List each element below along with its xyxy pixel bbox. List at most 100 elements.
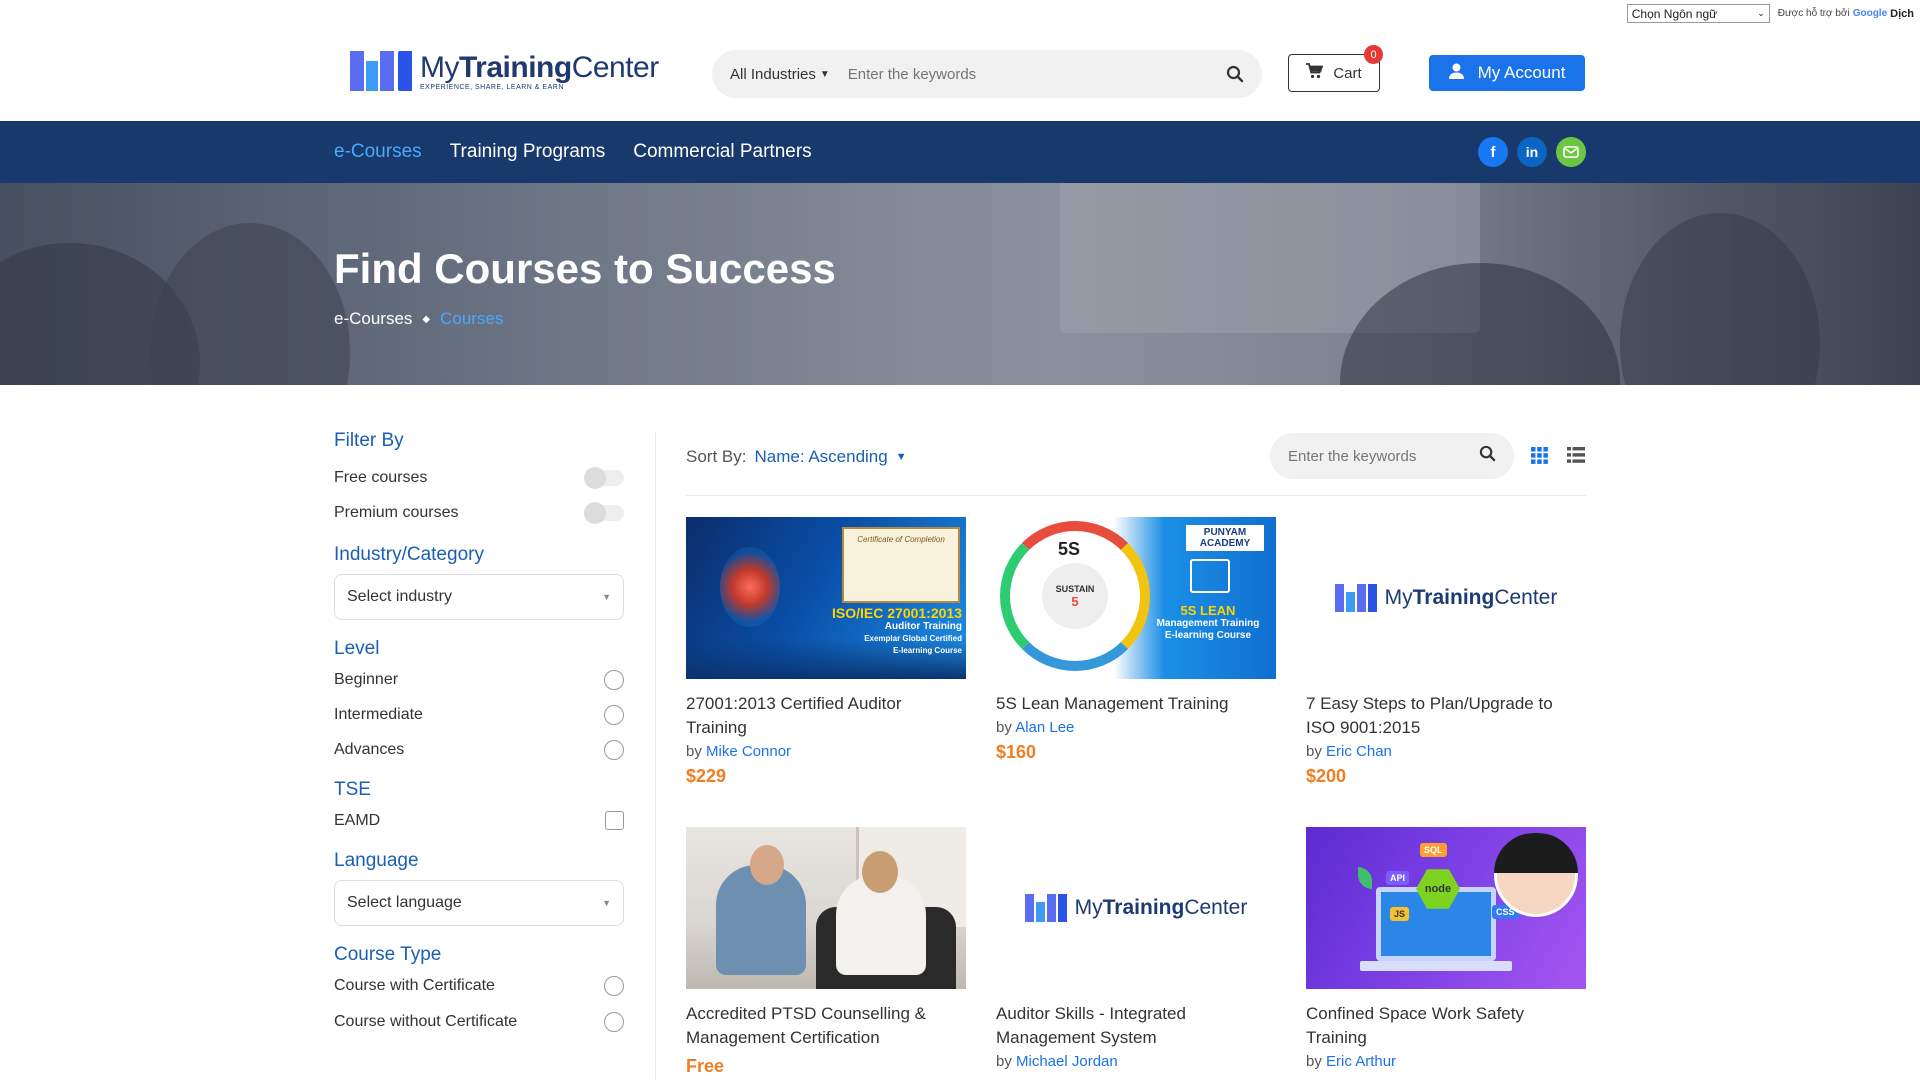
my-account-button[interactable]: My Account: [1429, 55, 1585, 91]
tse-label: EAMD: [334, 811, 381, 829]
thumb-headline: ISO/IEC 27001:2013: [832, 605, 962, 621]
cart-button[interactable]: Cart 0: [1288, 45, 1383, 92]
course-author[interactable]: Eric Chan: [1326, 743, 1392, 760]
course-thumbnail[interactable]: MyTrainingCenter: [1306, 517, 1586, 679]
course-title[interactable]: Accredited PTSD Counselling & Management…: [686, 1002, 966, 1050]
translate-link[interactable]: Dịch: [1890, 8, 1914, 20]
grid-view-icon[interactable]: [1531, 447, 1548, 469]
course-author[interactable]: Eric Arthur: [1326, 1053, 1396, 1070]
hero-banner: Find Courses to Success e-Courses ◆ Cour…: [0, 183, 1920, 385]
filter-sidebar: Filter By Free courses Premium courses I…: [334, 430, 624, 1040]
thumb-five-s: 5S: [1058, 539, 1081, 559]
course-title[interactable]: 7 Easy Steps to Plan/Upgrade to ISO 9001…: [1306, 692, 1586, 740]
course-author[interactable]: Alan Lee: [1015, 719, 1074, 736]
eamd-checkbox[interactable]: [605, 811, 624, 830]
level-beginner-radio[interactable]: [604, 669, 624, 690]
course-card[interactable]: Accredited PTSD Counselling & Management…: [686, 827, 966, 1080]
course-price: $200: [1306, 766, 1347, 786]
course-thumbnail[interactable]: 5S SUSTAIN 5 PUNYAM ACADEMY 5S LEAN Manag…: [996, 517, 1276, 679]
course-type-label: Course without Certificate: [334, 1013, 518, 1030]
language-select-value: Select language: [347, 894, 462, 911]
course-card[interactable]: Certificate of Completion ISO/IEC 27001:…: [686, 517, 966, 805]
course-without-certificate-radio[interactable]: [604, 1012, 624, 1032]
logo-mark-icon: [350, 51, 412, 91]
course-card[interactable]: node API SQL CSS JS Confined Space Work …: [1306, 827, 1586, 1080]
sidebar-divider: [655, 432, 656, 1080]
logo-wordmark: MyTrainingCenter: [1074, 896, 1248, 919]
course-author[interactable]: Michael Jordan: [1016, 1053, 1118, 1070]
tse-row: EAMD: [334, 803, 624, 838]
course-title[interactable]: Auditor Skills - Integrated Management S…: [996, 1002, 1276, 1050]
course-author[interactable]: Mike Connor: [706, 743, 791, 760]
logo-wordmark: MyTrainingCenter: [420, 50, 659, 84]
language-filter-select[interactable]: Select language ▼: [334, 880, 624, 926]
level-advances-radio[interactable]: [604, 739, 624, 760]
course-title[interactable]: Confined Space Work Safety Training: [1306, 1002, 1586, 1050]
site-header: MyTrainingCenter EXPERIENCE, SHARE, LEAR…: [0, 27, 1920, 121]
course-title[interactable]: 5S Lean Management Training: [996, 692, 1276, 716]
course-type-row: Course with Certificate: [334, 968, 624, 1004]
mail-icon[interactable]: [1556, 137, 1586, 167]
course-thumbnail[interactable]: [686, 827, 966, 989]
logo-tagline: EXPERIENCE, SHARE, LEARN & EARN: [420, 83, 564, 91]
level-heading: Level: [334, 638, 380, 659]
search-icon[interactable]: [1226, 65, 1244, 83]
search-icon[interactable]: [1479, 445, 1496, 467]
course-grid: Certificate of Completion ISO/IEC 27001:…: [686, 517, 1586, 1080]
free-courses-toggle[interactable]: [584, 466, 624, 489]
certificate-icon: [1190, 559, 1230, 593]
tse-heading: TSE: [334, 779, 371, 800]
list-view-icon[interactable]: [1567, 447, 1585, 468]
caret-down-icon: ▼: [602, 592, 611, 602]
social-links: f in: [1478, 137, 1586, 167]
language-select[interactable]: Chọn Ngôn ngữ ⌄: [1626, 4, 1770, 23]
site-logo[interactable]: MyTrainingCenter EXPERIENCE, SHARE, LEAR…: [350, 51, 659, 91]
user-icon: [1448, 63, 1464, 84]
thumb-line: Auditor Training: [884, 621, 962, 632]
breadcrumb-item-e-courses[interactable]: e-Courses: [334, 309, 412, 329]
my-account-label: My Account: [1477, 63, 1566, 82]
language-heading: Language: [334, 850, 419, 871]
industry-select[interactable]: Select industry ▼: [334, 574, 624, 620]
level-intermediate-radio[interactable]: [604, 704, 624, 725]
thumb-tag: API: [1386, 871, 1410, 885]
course-card[interactable]: MyTrainingCenter 7 Easy Steps to Plan/Up…: [1306, 517, 1586, 805]
industry-dropdown[interactable]: All Industries ▼: [730, 66, 830, 83]
certificate-image: Certificate of Completion: [842, 527, 960, 603]
breadcrumb: e-Courses ◆ Courses: [334, 309, 503, 329]
thumb-line: E-learning Course: [893, 646, 962, 655]
course-with-certificate-radio[interactable]: [604, 976, 624, 996]
header-search-input[interactable]: [847, 65, 1226, 83]
course-search-input[interactable]: [1288, 447, 1458, 465]
level-label: Advances: [334, 740, 405, 758]
logo-mark-icon: [1024, 894, 1069, 922]
language-select-value: Chọn Ngôn ngữ: [1631, 6, 1718, 21]
sort-control[interactable]: Sort By: Name: Ascending ▼: [686, 447, 907, 467]
thumb-line: E-learning Course: [1164, 630, 1252, 641]
filter-premium-row: Premium courses: [334, 495, 624, 530]
industry-dropdown-label: All Industries: [730, 65, 816, 83]
nav-item-training-programs[interactable]: Training Programs: [450, 141, 606, 163]
facebook-icon[interactable]: f: [1478, 137, 1508, 167]
filter-by-heading: Filter By: [334, 430, 404, 451]
course-thumbnail[interactable]: Certificate of Completion ISO/IEC 27001:…: [686, 517, 966, 679]
powered-by-text: Được hỗ trợ bởi: [1777, 8, 1850, 19]
caret-down-icon: ▼: [602, 898, 611, 908]
course-card[interactable]: 5S SUSTAIN 5 PUNYAM ACADEMY 5S LEAN Manag…: [996, 517, 1276, 805]
breadcrumb-separator-icon: ◆: [422, 313, 431, 325]
filter-free-row: Free courses: [334, 460, 624, 495]
results-toolbar: Sort By: Name: Ascending ▼: [686, 433, 1586, 481]
breadcrumb-item-courses: Courses: [440, 309, 504, 328]
premium-courses-toggle[interactable]: [584, 501, 624, 524]
thumb-tag: JS: [1390, 907, 1410, 921]
course-card[interactable]: MyTrainingCenter Auditor Skills - Integr…: [996, 827, 1276, 1080]
nav-item-e-courses[interactable]: e-Courses: [334, 141, 422, 163]
cart-icon: [1306, 63, 1324, 83]
course-thumbnail[interactable]: MyTrainingCenter: [996, 827, 1276, 989]
linkedin-icon[interactable]: in: [1517, 137, 1547, 167]
course-title[interactable]: 27001:2013 Certified Auditor Training: [686, 692, 966, 740]
course-thumbnail[interactable]: node API SQL CSS JS: [1306, 827, 1586, 989]
course-search: [1270, 433, 1514, 479]
caret-down-icon: ▼: [895, 451, 907, 463]
nav-item-commercial-partners[interactable]: Commercial Partners: [633, 141, 811, 163]
